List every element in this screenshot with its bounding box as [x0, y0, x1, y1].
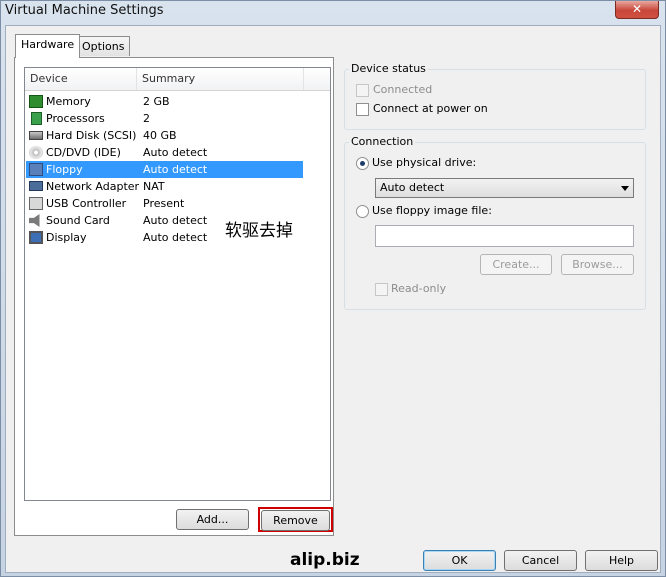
device-row-floppy[interactable]: Floppy Auto detect — [26, 161, 303, 178]
device-summary: Auto detect — [143, 146, 208, 159]
floppy-image-path-field[interactable] — [375, 225, 634, 247]
dropdown-arrow-icon — [621, 186, 629, 191]
device-status-group: Device status Connected Connect at power… — [344, 62, 646, 130]
hardware-panel: Device Summary Memory 2 GB Processors 2 … — [14, 57, 334, 536]
usb-icon — [29, 197, 43, 210]
connected-checkbox[interactable] — [356, 84, 369, 97]
device-summary: Auto detect — [143, 231, 208, 244]
device-row-memory[interactable]: Memory 2 GB — [26, 93, 303, 110]
browse-button[interactable]: Browse... — [561, 254, 634, 275]
physical-drive-select[interactable]: Auto detect — [375, 178, 634, 198]
use-floppy-image-radio[interactable] — [356, 205, 369, 218]
device-summary: Auto detect — [143, 214, 208, 227]
device-row-network-adapter[interactable]: Network Adapter NAT — [26, 178, 303, 195]
tab-hardware[interactable]: Hardware — [15, 34, 81, 58]
device-row-processors[interactable]: Processors 2 — [26, 110, 303, 127]
physical-drive-value: Auto detect — [380, 181, 445, 194]
device-summary: NAT — [143, 180, 165, 193]
cd-dvd-icon — [29, 146, 43, 159]
create-button[interactable]: Create... — [480, 254, 552, 275]
close-button[interactable]: ✕ — [615, 1, 659, 19]
read-only-label: Read-only — [391, 282, 447, 295]
close-icon: ✕ — [631, 2, 643, 16]
memory-icon — [29, 95, 43, 108]
help-button[interactable]: Help — [585, 550, 658, 571]
tab-options[interactable]: Options — [76, 36, 131, 56]
annotation-text: 软驱去掉 — [225, 221, 293, 241]
device-name: Floppy — [46, 163, 83, 176]
connection-title: Connection — [349, 135, 416, 148]
device-status-title: Device status — [349, 62, 428, 75]
device-list[interactable]: Device Summary Memory 2 GB Processors 2 … — [24, 67, 331, 501]
processor-icon — [31, 112, 42, 125]
connect-at-power-on-label: Connect at power on — [373, 102, 488, 115]
device-row-hard-disk[interactable]: Hard Disk (SCSI) 40 GB — [26, 127, 303, 144]
ok-button[interactable]: OK — [423, 550, 496, 571]
sound-card-icon — [29, 214, 40, 227]
device-row-cd-dvd[interactable]: CD/DVD (IDE) Auto detect — [26, 144, 303, 161]
dialog-body: Hardware Options Device Summary Memory 2… — [5, 25, 661, 573]
column-header-device[interactable]: Device — [25, 68, 137, 90]
network-adapter-icon — [29, 181, 43, 191]
column-header-summary[interactable]: Summary — [137, 68, 304, 90]
hard-disk-icon — [29, 131, 43, 140]
device-name: Hard Disk (SCSI) — [46, 129, 137, 142]
connected-label: Connected — [373, 83, 433, 96]
device-name: Network Adapter — [46, 180, 140, 193]
remove-button[interactable]: Remove — [261, 510, 330, 531]
connect-at-power-on-checkbox[interactable] — [356, 103, 369, 116]
use-physical-drive-label: Use physical drive: — [372, 156, 477, 169]
device-name: USB Controller — [46, 197, 127, 210]
read-only-checkbox[interactable] — [375, 283, 388, 296]
device-summary: 2 — [143, 112, 150, 125]
window-title: Virtual Machine Settings — [5, 3, 164, 18]
device-list-header: Device Summary — [25, 68, 330, 91]
device-summary: 40 GB — [143, 129, 177, 142]
device-name: Sound Card — [46, 214, 110, 227]
use-physical-drive-radio[interactable] — [356, 157, 369, 170]
device-row-usb-controller[interactable]: USB Controller Present — [26, 195, 303, 212]
watermark-text: alip.biz — [290, 550, 360, 570]
settings-window: Virtual Machine Settings ✕ Hardware Opti… — [0, 0, 666, 577]
device-name: CD/DVD (IDE) — [46, 146, 121, 159]
cancel-button[interactable]: Cancel — [504, 550, 577, 571]
device-name: Memory — [46, 95, 91, 108]
title-bar[interactable]: Virtual Machine Settings ✕ — [1, 1, 665, 25]
device-summary: Present — [143, 197, 185, 210]
device-name: Processors — [46, 112, 105, 125]
display-icon — [29, 231, 43, 244]
device-summary: Auto detect — [143, 163, 208, 176]
add-button[interactable]: Add... — [176, 509, 249, 530]
device-summary: 2 GB — [143, 95, 170, 108]
device-name: Display — [46, 231, 87, 244]
radio-selected-dot — [360, 161, 365, 166]
floppy-icon — [29, 163, 43, 176]
connection-group: Connection Use physical drive: Auto dete… — [344, 135, 646, 310]
use-floppy-image-label: Use floppy image file: — [372, 204, 492, 217]
